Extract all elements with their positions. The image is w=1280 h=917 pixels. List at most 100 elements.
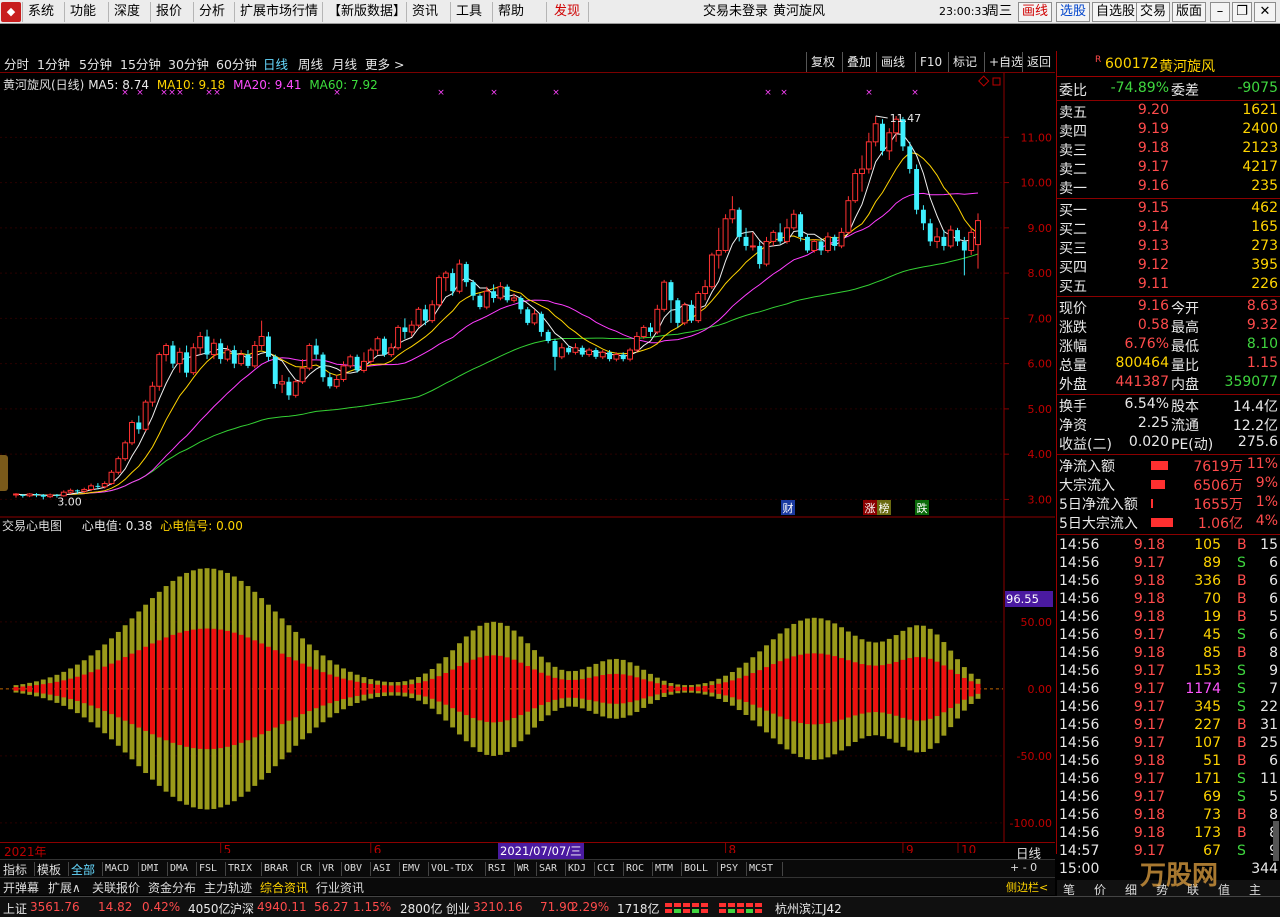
candle-body[interactable]	[845, 200, 852, 233]
candle-body[interactable]	[607, 352, 613, 360]
indicator-tab-18[interactable]: KDJ	[568, 863, 586, 874]
indicator-tab-19[interactable]: CCI	[597, 863, 615, 874]
tab-controls[interactable]: + - 0	[1010, 861, 1037, 874]
candle-body[interactable]	[47, 494, 54, 498]
period-tab-7[interactable]: 周线	[298, 54, 323, 73]
candle-body[interactable]	[859, 168, 865, 175]
candle-body[interactable]	[681, 304, 688, 324]
menu-item-6[interactable]: 【新版数据】	[328, 3, 406, 21]
candle-body[interactable]	[934, 236, 941, 242]
candle-body[interactable]	[491, 291, 497, 298]
candle-body[interactable]	[880, 123, 885, 151]
candle-body[interactable]	[961, 241, 967, 251]
toolbar-button-3[interactable]: F10	[915, 52, 946, 72]
candle-body[interactable]	[749, 245, 756, 248]
candle-body[interactable]	[340, 365, 347, 380]
candle-body[interactable]	[108, 471, 115, 485]
indicator-tab-24[interactable]: MCST	[749, 863, 773, 874]
candle-body[interactable]	[633, 335, 640, 351]
candle-body[interactable]	[13, 493, 19, 496]
candle-body[interactable]	[40, 494, 46, 497]
candle-body[interactable]	[470, 282, 476, 296]
candle-body[interactable]	[292, 381, 299, 396]
candle-body[interactable]	[790, 213, 797, 229]
candle-body[interactable]	[518, 298, 524, 310]
indicator-tab-11[interactable]: OBV	[344, 863, 362, 874]
candle-body[interactable]	[415, 308, 422, 326]
candle-body[interactable]	[511, 297, 518, 301]
watchlist-button[interactable]: 自选股	[1092, 2, 1140, 22]
candle-body[interactable]	[920, 209, 926, 224]
side-panel-toggle[interactable]: 侧边栏<	[1006, 879, 1048, 895]
candle-body[interactable]	[218, 343, 224, 360]
candle-body[interactable]	[101, 483, 108, 488]
draw-button[interactable]: 画线	[1018, 2, 1053, 22]
toolbar-button-5[interactable]: +自选	[984, 52, 1027, 72]
candle-body[interactable]	[395, 326, 402, 349]
indicator-tab-2[interactable]: 全部	[71, 861, 95, 878]
indicator-tab-4[interactable]: DMI	[141, 863, 159, 874]
candle-body[interactable]	[265, 336, 271, 357]
candle-body[interactable]	[347, 356, 354, 367]
menu-item-3[interactable]: 报价	[156, 3, 182, 21]
candle-body[interactable]	[722, 218, 729, 251]
ask-price[interactable]: 9.20	[1138, 102, 1169, 118]
candle-body[interactable]	[763, 240, 770, 265]
ask-price[interactable]: 9.19	[1138, 121, 1169, 137]
indicator-tab-13[interactable]: EMV	[402, 863, 420, 874]
period-tab-6[interactable]: 日线	[263, 54, 288, 73]
candle-body[interactable]	[715, 249, 722, 256]
candle-body[interactable]	[784, 227, 790, 242]
info-tab-0[interactable]: 开弹幕	[3, 879, 39, 896]
candle-body[interactable]	[456, 263, 463, 292]
candle-body[interactable]	[442, 272, 449, 279]
info-tab-3[interactable]: 资金分布	[148, 879, 196, 896]
menu-item-1[interactable]: 功能	[70, 3, 96, 21]
pick-stock-button[interactable]: 选股	[1056, 2, 1091, 22]
square-icon[interactable]	[992, 77, 1001, 86]
candle-body[interactable]	[258, 335, 265, 347]
candle-body[interactable]	[238, 354, 245, 365]
index-name[interactable]: 创业	[446, 900, 470, 917]
left-expand-handle[interactable]	[0, 455, 8, 491]
candle-body[interactable]	[975, 220, 981, 246]
toolbar-button-4[interactable]: 标记	[948, 52, 981, 72]
menu-item-0[interactable]: 系统	[28, 3, 54, 21]
period-tab-9[interactable]: 更多 >	[365, 54, 404, 73]
candle-body[interactable]	[361, 360, 367, 371]
candle-body[interactable]	[743, 236, 749, 246]
candle-body[interactable]	[245, 354, 251, 366]
candle-body[interactable]	[832, 236, 838, 246]
indicator-tab-17[interactable]: SAR	[539, 863, 557, 874]
toolbar-button-6[interactable]: 返回	[1022, 52, 1055, 72]
candle-body[interactable]	[545, 331, 551, 341]
period-tab-2[interactable]: 5分钟	[79, 54, 112, 73]
bid-price[interactable]: 9.15	[1138, 200, 1169, 216]
candle-body[interactable]	[354, 356, 360, 371]
candle-body[interactable]	[115, 458, 122, 473]
candle-body[interactable]	[838, 231, 845, 247]
candle-body[interactable]	[136, 422, 142, 430]
ask-price[interactable]: 9.16	[1138, 178, 1169, 194]
close-icon[interactable]: ✕	[1254, 2, 1276, 22]
candle-body[interactable]	[88, 485, 95, 490]
indicator-tab-22[interactable]: BOLL	[684, 863, 708, 874]
period-tab-8[interactable]: 月线	[332, 54, 357, 73]
candle-body[interactable]	[34, 493, 39, 495]
candle-body[interactable]	[572, 347, 579, 353]
index-name[interactable]: 沪深	[230, 900, 254, 917]
period-tab-5[interactable]: 60分钟	[216, 54, 257, 73]
info-tab-5[interactable]: 综合资讯	[260, 879, 308, 896]
candle-body[interactable]	[224, 349, 231, 360]
candle-body[interactable]	[757, 245, 763, 265]
candle-body[interactable]	[708, 254, 715, 288]
toolbar-button-1[interactable]: 叠加	[842, 52, 875, 72]
diamond-icon[interactable]	[978, 75, 990, 87]
info-tab-1[interactable]: 扩展∧	[48, 879, 81, 896]
candle-body[interactable]	[811, 240, 818, 251]
indicator-tab-9[interactable]: CR	[300, 863, 312, 874]
candle-body[interactable]	[95, 485, 101, 487]
candle-body[interactable]	[736, 209, 742, 237]
bid-price[interactable]: 9.13	[1138, 238, 1169, 254]
candle-body[interactable]	[599, 351, 606, 358]
